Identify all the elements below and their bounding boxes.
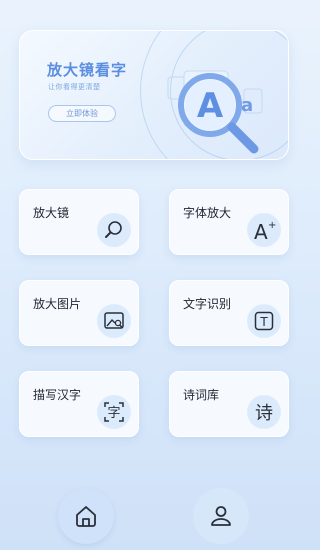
promo-banner[interactable]: 放大镜看字 让你看得更清楚 立即体验 A a	[19, 30, 289, 160]
poetry-library-icon: 诗	[247, 395, 281, 429]
nav-home-button[interactable]	[58, 488, 114, 544]
banner-subtitle: 让你看得更清楚	[48, 83, 101, 91]
banner-title: 放大镜看字	[47, 61, 128, 79]
feature-card-magnifier[interactable]: 放大镜	[19, 189, 139, 255]
try-now-button[interactable]: 立即体验	[48, 105, 116, 122]
svg-text:字: 字	[107, 406, 120, 421]
user-icon	[211, 506, 231, 526]
feature-label: 诗词库	[183, 388, 220, 402]
svg-text:a: a	[241, 95, 253, 116]
feature-card-image-zoom[interactable]: 放大图片	[19, 280, 139, 346]
feature-card-poetry-library[interactable]: 诗词库 诗	[169, 371, 289, 437]
feature-card-trace-character[interactable]: 描写汉字 字	[19, 371, 139, 437]
magnifier-icon	[97, 213, 131, 247]
feature-label: 文字识别	[183, 297, 232, 311]
feature-card-font-enlarge[interactable]: 字体放大 A +	[169, 189, 289, 255]
nav-profile-button[interactable]	[193, 488, 249, 544]
svg-text:+: +	[268, 220, 276, 231]
trace-character-icon: 字	[97, 395, 131, 429]
feature-label: 描写汉字	[33, 388, 82, 402]
banner-art-letter: A	[197, 86, 224, 126]
image-zoom-icon	[97, 304, 131, 338]
svg-text:T: T	[259, 315, 268, 329]
svg-text:诗: 诗	[255, 403, 273, 424]
home-icon	[76, 506, 96, 527]
feature-label: 放大镜	[33, 206, 70, 220]
feature-label: 字体放大	[183, 206, 232, 220]
text-recognition-icon: T	[247, 304, 281, 338]
svg-text:A: A	[254, 220, 268, 243]
feature-card-text-recognition[interactable]: 文字识别 T	[169, 280, 289, 346]
font-enlarge-icon: A +	[247, 213, 281, 247]
feature-label: 放大图片	[33, 297, 82, 311]
magnifier-illustration-icon: A a	[167, 70, 263, 154]
